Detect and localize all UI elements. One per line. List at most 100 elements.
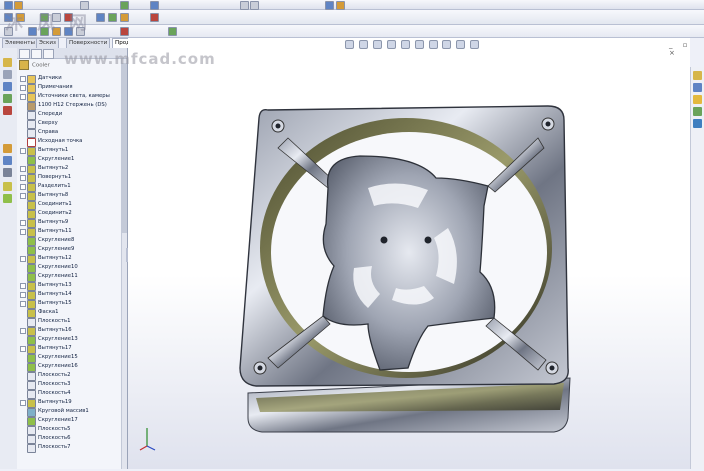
tree-root[interactable]: Cooler — [19, 60, 50, 70]
tree-item[interactable]: Фаска1 — [19, 308, 125, 318]
file-explorer-icon[interactable] — [693, 95, 702, 104]
tree-item[interactable]: Плоскость3 — [19, 380, 125, 390]
apply-scene-icon[interactable] — [456, 40, 466, 49]
section-icon[interactable] — [3, 156, 12, 165]
tree-item[interactable]: Скругление8 — [19, 236, 125, 246]
expand-toggle-icon[interactable] — [20, 148, 26, 154]
tree-item[interactable]: Плоскость5 — [19, 425, 125, 435]
tree-item[interactable]: Примечания — [19, 83, 125, 93]
appearances-scenes-icon[interactable] — [693, 119, 702, 128]
tree-item[interactable]: Скругление15 — [19, 353, 125, 363]
tree-item[interactable]: Вытянуть16 — [19, 326, 125, 336]
expand-toggle-icon[interactable] — [20, 175, 26, 181]
expand-toggle-icon[interactable] — [20, 292, 26, 298]
tree-item[interactable]: Скругление13 — [19, 335, 125, 345]
tree-item[interactable]: Источники света, камеры — [19, 92, 125, 102]
expand-toggle-icon[interactable] — [20, 193, 26, 199]
tree-item[interactable]: Вытянуть8 — [19, 191, 125, 201]
tree-item[interactable]: Повернуть1 — [19, 173, 125, 183]
tree-item[interactable]: Вытянуть1 — [19, 146, 125, 156]
tab-sketch[interactable]: Эскиз — [36, 38, 59, 48]
tree-item[interactable]: Круговой массив1 — [19, 407, 125, 417]
scrollbar-thumb[interactable] — [122, 63, 127, 233]
tree-item[interactable]: Спереди — [19, 110, 125, 120]
zoom-icon[interactable] — [240, 1, 249, 10]
sketch-icon[interactable] — [3, 58, 12, 67]
expand-toggle-icon[interactable] — [20, 76, 26, 82]
previous-view-icon[interactable] — [372, 40, 382, 49]
tree-item[interactable]: Плоскость7 — [19, 443, 125, 453]
tree-item[interactable]: Скругление9 — [19, 245, 125, 255]
view-icon[interactable] — [3, 144, 12, 153]
appearance-icon[interactable] — [3, 194, 12, 203]
tree-item[interactable]: Плоскость2 — [19, 371, 125, 381]
design-library-icon[interactable] — [693, 83, 702, 92]
tree-item[interactable]: Плоскость6 — [19, 434, 125, 444]
relation-icon[interactable] — [3, 94, 12, 103]
trim-icon[interactable] — [3, 106, 12, 115]
tree-item[interactable]: Плоскость1 — [19, 317, 125, 327]
tree-item[interactable]: Соединить2 — [19, 209, 125, 219]
view-settings-icon[interactable] — [470, 40, 480, 49]
resources-icon[interactable] — [693, 71, 702, 80]
display-style-icon[interactable] — [414, 40, 424, 49]
smart-dimension-icon[interactable] — [168, 27, 177, 36]
tree-item[interactable]: Скругление1 — [19, 155, 125, 165]
tree-scrollbar[interactable] — [121, 59, 127, 469]
property-manager-tab[interactable] — [31, 49, 42, 59]
tree-item[interactable]: Скругление17 — [19, 416, 125, 426]
options-icon[interactable] — [150, 1, 159, 10]
tree-item[interactable]: Сверху — [19, 119, 125, 129]
rotate-icon[interactable] — [250, 1, 259, 10]
tree-item[interactable]: Вытянуть15 — [19, 299, 125, 309]
tree-item[interactable]: Вытянуть11 — [19, 227, 125, 237]
tree-item[interactable]: 1100 Н12 Стержень (DS) — [19, 101, 125, 111]
tree-item[interactable]: Вытянуть2 — [19, 164, 125, 174]
expand-toggle-icon[interactable] — [20, 256, 26, 262]
section-view-icon[interactable] — [386, 40, 396, 49]
tree-item[interactable]: Исходная точка — [19, 137, 125, 147]
tree-item[interactable]: Справа — [19, 128, 125, 138]
tree-item[interactable]: Вытянуть13 — [19, 281, 125, 291]
view-palette-icon[interactable] — [693, 107, 702, 116]
tree-item[interactable]: Вытянуть9 — [19, 218, 125, 228]
tab-features[interactable]: Элементы — [2, 38, 38, 48]
rebuild-icon[interactable] — [120, 1, 129, 10]
tree-item[interactable]: Датчики — [19, 74, 125, 84]
window-controls[interactable]: _ ▫ × — [669, 41, 704, 57]
shell-tool-icon[interactable] — [150, 13, 159, 22]
view-orientation-icon[interactable] — [400, 40, 410, 49]
pattern-tool-icon[interactable] — [120, 13, 129, 22]
edit-appearance-icon[interactable] — [442, 40, 452, 49]
tree-item[interactable]: Плоскость4 — [19, 389, 125, 399]
tree-item[interactable]: Вытянуть17 — [19, 344, 125, 354]
zoom-to-fit-icon[interactable] — [345, 40, 354, 49]
tree-item[interactable]: Скругление11 — [19, 272, 125, 282]
material-icon[interactable] — [3, 182, 12, 191]
expand-toggle-icon[interactable] — [20, 85, 26, 91]
view-orient-icon[interactable] — [325, 1, 334, 10]
expand-toggle-icon[interactable] — [20, 301, 26, 307]
chamfer-tool-icon[interactable] — [108, 13, 117, 22]
save-icon[interactable] — [3, 168, 12, 177]
tab-surfaces[interactable]: Поверхности — [66, 38, 111, 48]
feature-tree-tab[interactable] — [19, 49, 30, 59]
display-style-icon[interactable] — [336, 1, 345, 10]
hide-show-items-icon[interactable] — [428, 40, 438, 49]
expand-toggle-icon[interactable] — [20, 220, 26, 226]
configuration-tab[interactable] — [43, 49, 54, 59]
tree-item[interactable]: Скругление10 — [19, 263, 125, 273]
expand-toggle-icon[interactable] — [20, 400, 26, 406]
tree-item[interactable]: Разделить1 — [19, 182, 125, 192]
tree-item[interactable]: Скругление16 — [19, 362, 125, 372]
expand-toggle-icon[interactable] — [20, 229, 26, 235]
zoom-to-area-icon[interactable] — [358, 40, 368, 49]
tree-item[interactable]: Вытянуть14 — [19, 290, 125, 300]
expand-toggle-icon[interactable] — [20, 184, 26, 190]
expand-toggle-icon[interactable] — [20, 166, 26, 172]
expand-toggle-icon[interactable] — [20, 346, 26, 352]
tree-item[interactable]: Вытянуть12 — [19, 254, 125, 264]
expand-toggle-icon[interactable] — [20, 283, 26, 289]
line-icon[interactable] — [3, 70, 12, 79]
graphics-viewport[interactable] — [128, 38, 690, 469]
